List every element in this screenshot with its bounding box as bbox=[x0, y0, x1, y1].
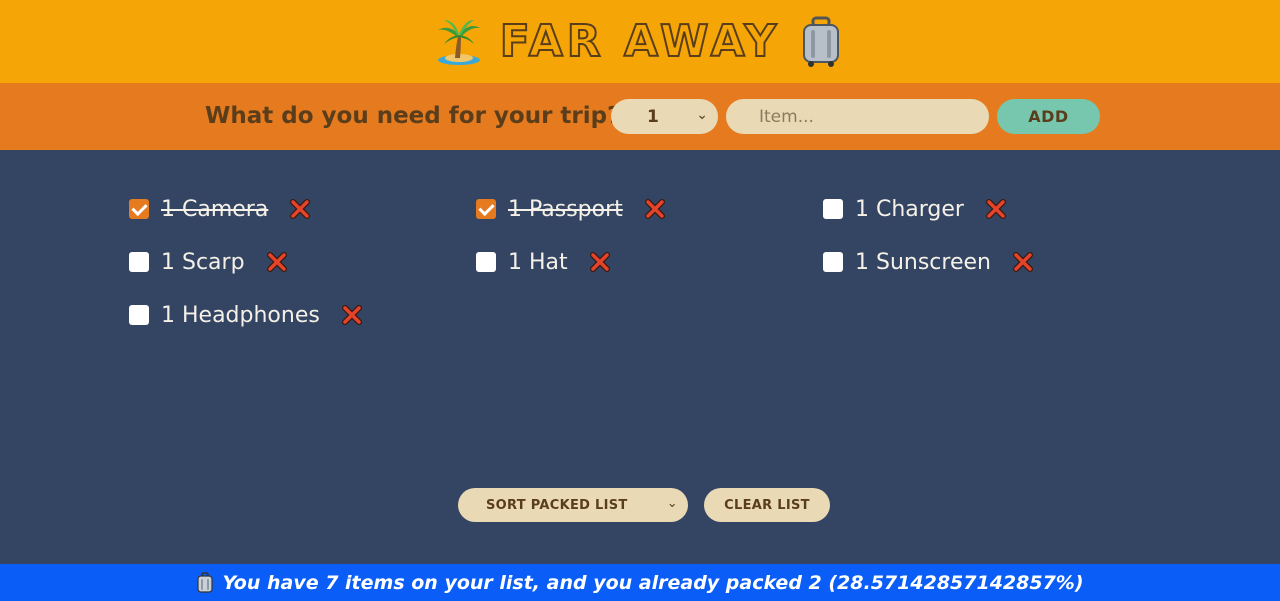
chevron-down-icon: ⌄ bbox=[696, 107, 708, 123]
item-label: 1 Scarp bbox=[161, 249, 245, 275]
delete-x-icon[interactable] bbox=[644, 199, 665, 219]
list-item: 1 Passport bbox=[476, 195, 823, 223]
quantity-select[interactable]: 1 ⌄ bbox=[611, 99, 718, 134]
packed-checkbox[interactable] bbox=[476, 252, 496, 272]
delete-x-icon[interactable] bbox=[985, 199, 1006, 219]
delete-x-icon[interactable] bbox=[290, 199, 311, 219]
list-item: 1 Charger bbox=[823, 195, 1170, 223]
sort-select[interactable]: SORT PACKED LIST ⌄ bbox=[458, 488, 688, 522]
app-header: FAR AWAY bbox=[0, 0, 1280, 83]
chevron-down-icon: ⌄ bbox=[666, 496, 678, 511]
item-label: 1 Charger bbox=[855, 196, 964, 222]
stats-footer: You have 7 items on your list, and you a… bbox=[0, 564, 1280, 601]
clear-list-button[interactable]: CLEAR LIST bbox=[704, 488, 830, 522]
list-item: 1 Camera bbox=[129, 195, 476, 223]
item-label: 1 Passport bbox=[508, 196, 623, 222]
list-item: 1 Sunscreen bbox=[823, 248, 1170, 276]
item-input[interactable]: Item... bbox=[726, 99, 989, 134]
packed-checkbox[interactable] bbox=[129, 199, 149, 219]
packed-checkbox[interactable] bbox=[823, 199, 843, 219]
list-item: 1 Hat bbox=[476, 248, 823, 276]
packing-list: 1 Camera 1 Passport 1 Charger 1 Scarp 1 … bbox=[129, 195, 1179, 329]
add-item-form: What do you need for your trip? 1 ⌄ Item… bbox=[0, 83, 1280, 150]
quantity-value: 1 bbox=[647, 106, 659, 127]
delete-x-icon[interactable] bbox=[589, 252, 610, 272]
item-input-placeholder: Item... bbox=[759, 106, 814, 127]
form-question: What do you need for your trip? bbox=[205, 103, 621, 129]
sort-value: SORT PACKED LIST bbox=[486, 497, 628, 513]
item-label: 1 Hat bbox=[508, 249, 568, 275]
packed-checkbox[interactable] bbox=[129, 252, 149, 272]
packed-checkbox[interactable] bbox=[823, 252, 843, 272]
luggage-icon bbox=[803, 16, 840, 67]
item-label: 1 Headphones bbox=[161, 302, 320, 328]
item-label: 1 Sunscreen bbox=[855, 249, 991, 275]
luggage-icon bbox=[197, 571, 214, 593]
add-button[interactable]: ADD bbox=[997, 99, 1100, 134]
palm-island-icon bbox=[437, 19, 480, 65]
stats-text: You have 7 items on your list, and you a… bbox=[222, 571, 1084, 594]
app-title: FAR AWAY bbox=[499, 15, 781, 68]
delete-x-icon[interactable] bbox=[266, 252, 287, 272]
list-item: 1 Headphones bbox=[129, 301, 476, 329]
packed-checkbox[interactable] bbox=[129, 305, 149, 325]
packed-checkbox[interactable] bbox=[476, 199, 496, 219]
delete-x-icon[interactable] bbox=[1012, 252, 1033, 272]
list-item: 1 Scarp bbox=[129, 248, 476, 276]
delete-x-icon[interactable] bbox=[341, 305, 362, 325]
item-label: 1 Camera bbox=[161, 196, 269, 222]
